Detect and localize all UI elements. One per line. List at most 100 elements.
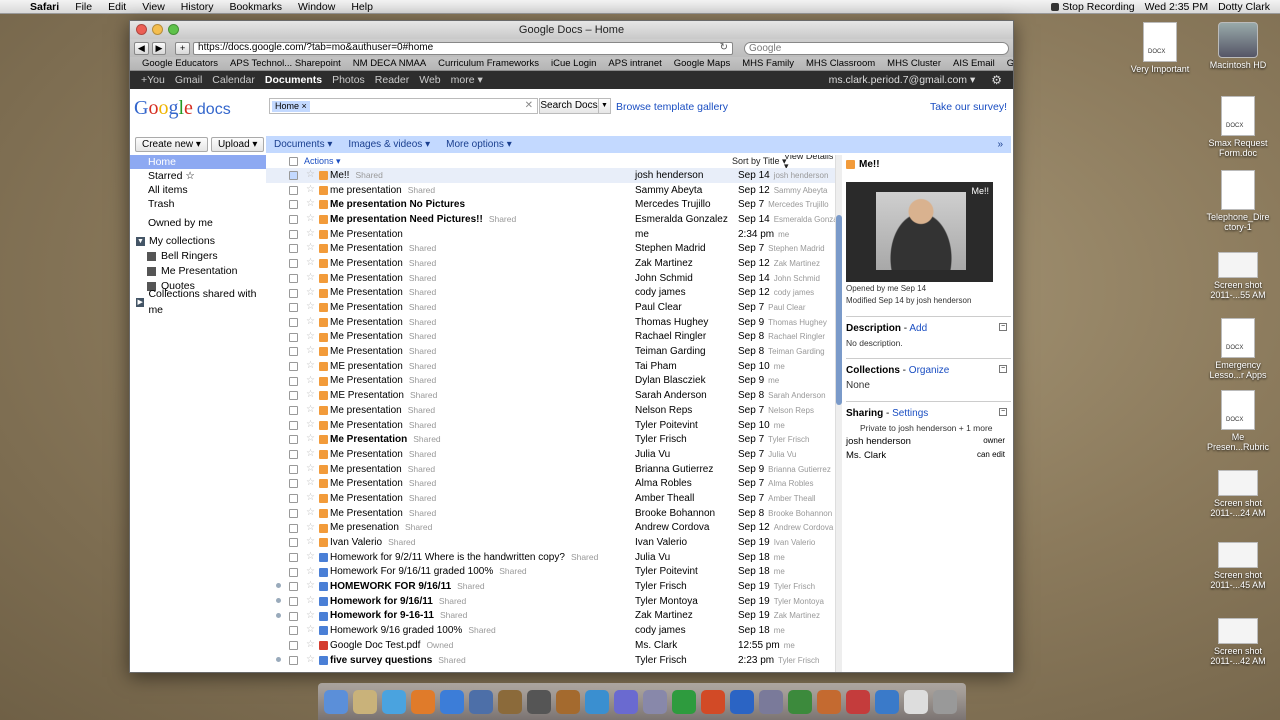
gbar-photos[interactable]: Photos <box>327 74 370 86</box>
user-name[interactable]: Dotty Clark <box>1218 1 1270 13</box>
doc-title[interactable]: Me Presentation Shared <box>330 258 436 269</box>
table-row[interactable]: ☆ Homework 9/16 graded 100% Shared cody jam… <box>266 623 835 638</box>
bookmark-item[interactable]: MHS Classroom <box>800 58 881 69</box>
clear-search-icon[interactable]: ✕ <box>525 100 533 111</box>
iphoto-icon[interactable] <box>469 689 493 714</box>
star-icon[interactable]: ☆ <box>306 492 315 503</box>
menu-help[interactable]: Help <box>343 1 381 13</box>
star-icon[interactable]: ☆ <box>306 242 315 253</box>
bookmark-item[interactable]: MHS Cluster <box>881 58 947 69</box>
table-row[interactable]: ☆ Me presentation No Pictures Mercedes Tru… <box>266 197 835 212</box>
menu-history[interactable]: History <box>173 1 222 13</box>
stop-recording[interactable]: Stop Recording <box>1051 1 1135 13</box>
collection-bell-ringers[interactable]: Bell Ringers <box>130 249 266 264</box>
table-row[interactable]: ☆ Me Presentation me 2:34 pm me <box>266 227 835 242</box>
sidebar-item-owned-by-me[interactable]: Owned by me <box>130 216 266 230</box>
doc-title[interactable]: Me Presentation Shared <box>330 287 436 298</box>
row-checkbox[interactable] <box>289 259 298 269</box>
row-checkbox[interactable] <box>289 376 298 386</box>
row-checkbox[interactable] <box>289 303 298 313</box>
desktop-icon[interactable]: Very Important <box>1125 22 1195 74</box>
desktop-icon[interactable]: Screen shot 2011-...55 AM <box>1203 252 1273 300</box>
take-survey-link[interactable]: Take our survey! <box>930 101 1007 113</box>
row-checkbox[interactable] <box>289 494 298 504</box>
search-docs-button[interactable]: Search Docs <box>539 98 599 114</box>
row-checkbox[interactable] <box>289 435 298 445</box>
desktop-icon[interactable]: Emergency Lesso...r Apps <box>1203 318 1273 380</box>
star-icon[interactable]: ☆ <box>306 654 315 665</box>
table-row[interactable]: ☆ Me Presentation Shared Brooke Bohannon Sep… <box>266 506 835 521</box>
row-checkbox[interactable] <box>289 450 298 460</box>
row-checkbox[interactable] <box>289 611 298 621</box>
doc-title[interactable]: Me Presentation <box>330 229 409 240</box>
safari-icon[interactable] <box>382 689 406 714</box>
doc-title[interactable]: Me Presentation Shared <box>330 273 436 284</box>
preview-app-icon[interactable] <box>353 689 377 714</box>
table-row[interactable]: ☆ ME Presentation Shared Sarah Anderson Sep … <box>266 388 835 403</box>
bookmark-item[interactable]: Curriculum Frameworks <box>432 58 545 69</box>
doc-title[interactable]: Me!! Shared <box>330 170 383 181</box>
star-icon[interactable]: ☆ <box>306 228 315 239</box>
row-checkbox[interactable] <box>289 185 298 195</box>
row-checkbox[interactable] <box>289 317 298 327</box>
desktop-icon[interactable]: Macintosh HD <box>1203 22 1273 70</box>
row-checkbox[interactable] <box>289 626 298 636</box>
star-icon[interactable]: ☆ <box>306 257 315 268</box>
bookmark-item[interactable]: Google Maps <box>668 58 737 69</box>
doc-title[interactable]: Homework for 9/16/11 Shared <box>330 596 466 607</box>
table-row[interactable]: ☆ Me presenation Shared Andrew Cordova Sep 1… <box>266 521 835 536</box>
row-checkbox[interactable] <box>289 641 298 650</box>
row-checkbox[interactable] <box>289 332 298 342</box>
collapse-icon[interactable]: − <box>999 323 1007 331</box>
gbar-gmail[interactable]: Gmail <box>170 74 207 86</box>
scrollbar-thumb[interactable] <box>836 215 842 405</box>
table-row[interactable]: ☆ Me Presentation Shared cody james Sep 12 co… <box>266 286 835 301</box>
star-icon[interactable]: ☆ <box>306 522 315 533</box>
gbar-calendar[interactable]: Calendar <box>207 74 260 86</box>
clock[interactable]: Wed 2:35 PM <box>1145 1 1208 13</box>
excel-icon[interactable] <box>672 689 696 714</box>
table-row[interactable]: ☆ Me Presentation Shared John Schmid Sep 14 J… <box>266 271 835 286</box>
sidebar-item-starred[interactable]: Starred ☆ <box>130 169 266 183</box>
bookmark-item[interactable]: NM DECA NMAA <box>347 58 432 69</box>
doc-title[interactable]: Me Presentation Shared <box>330 317 436 328</box>
doc-title[interactable]: Me Presentation Shared <box>330 331 436 342</box>
table-row[interactable]: ☆ Me Presentation Shared Thomas Hughey Sep 9… <box>266 315 835 330</box>
table-row[interactable]: ☆ Me Presentation Shared Stephen Madrid Sep … <box>266 241 835 256</box>
gbar-more[interactable]: more ▾ <box>446 74 488 86</box>
doc-title[interactable]: Me presentation No Pictures <box>330 199 471 210</box>
doc-title[interactable]: Ivan Valerio Shared <box>330 537 416 548</box>
doc-title[interactable]: ME presentation Shared <box>330 361 436 372</box>
gbar-plus-you[interactable]: +You <box>136 74 170 86</box>
bookmark-item[interactable]: APS intranet <box>602 58 667 69</box>
docs-search-input[interactable]: Home × ✕ <box>269 98 538 114</box>
sort-by-menu[interactable]: Sort by Title ▾ <box>732 156 787 167</box>
garageband-icon[interactable] <box>556 689 580 714</box>
powerpoint-icon[interactable] <box>701 689 725 714</box>
doc-title[interactable]: Homework for 9/2/11 Where is the handwri… <box>330 552 598 563</box>
add-description-link[interactable]: Add <box>909 323 927 334</box>
table-row[interactable]: ☆ Google Doc Test.pdf Owned Ms. Clark 12:55 … <box>266 638 835 653</box>
more-options-filter[interactable]: More options ▾ <box>438 139 520 150</box>
table-row[interactable]: ☆ Me Presentation Shared Julia Vu Sep 7 Julia… <box>266 447 835 462</box>
address-bar[interactable]: https://docs.google.com/?tab=mo&authuser… <box>193 41 734 55</box>
gbar-reader[interactable]: Reader <box>370 74 414 86</box>
collapse-triangle-icon[interactable]: ▼ <box>136 236 145 246</box>
collections-shared-with-me[interactable]: ▶ Collections shared with me <box>130 288 266 316</box>
firefox-icon[interactable] <box>411 689 435 714</box>
star-icon[interactable]: ☆ <box>306 448 315 459</box>
doc-title[interactable]: Me Presentation Shared <box>330 243 436 254</box>
row-checkbox[interactable] <box>289 464 298 474</box>
itunes-icon[interactable] <box>440 689 464 714</box>
add-bookmark-button[interactable]: + <box>175 41 191 55</box>
create-new-button[interactable]: Create new ▾ <box>135 137 208 152</box>
star-icon[interactable]: ☆ <box>306 624 315 635</box>
row-checkbox[interactable] <box>289 552 298 562</box>
bookmark-item[interactable]: Gmail <box>1001 58 1013 69</box>
doc-title[interactable]: Me Presentation Shared <box>330 420 436 431</box>
star-app-icon[interactable] <box>527 689 551 714</box>
facetime-icon[interactable] <box>585 689 609 714</box>
menu-bookmarks[interactable]: Bookmarks <box>221 1 290 13</box>
menu-app[interactable]: Safari <box>22 1 67 13</box>
zoom-window-icon[interactable] <box>168 24 179 35</box>
